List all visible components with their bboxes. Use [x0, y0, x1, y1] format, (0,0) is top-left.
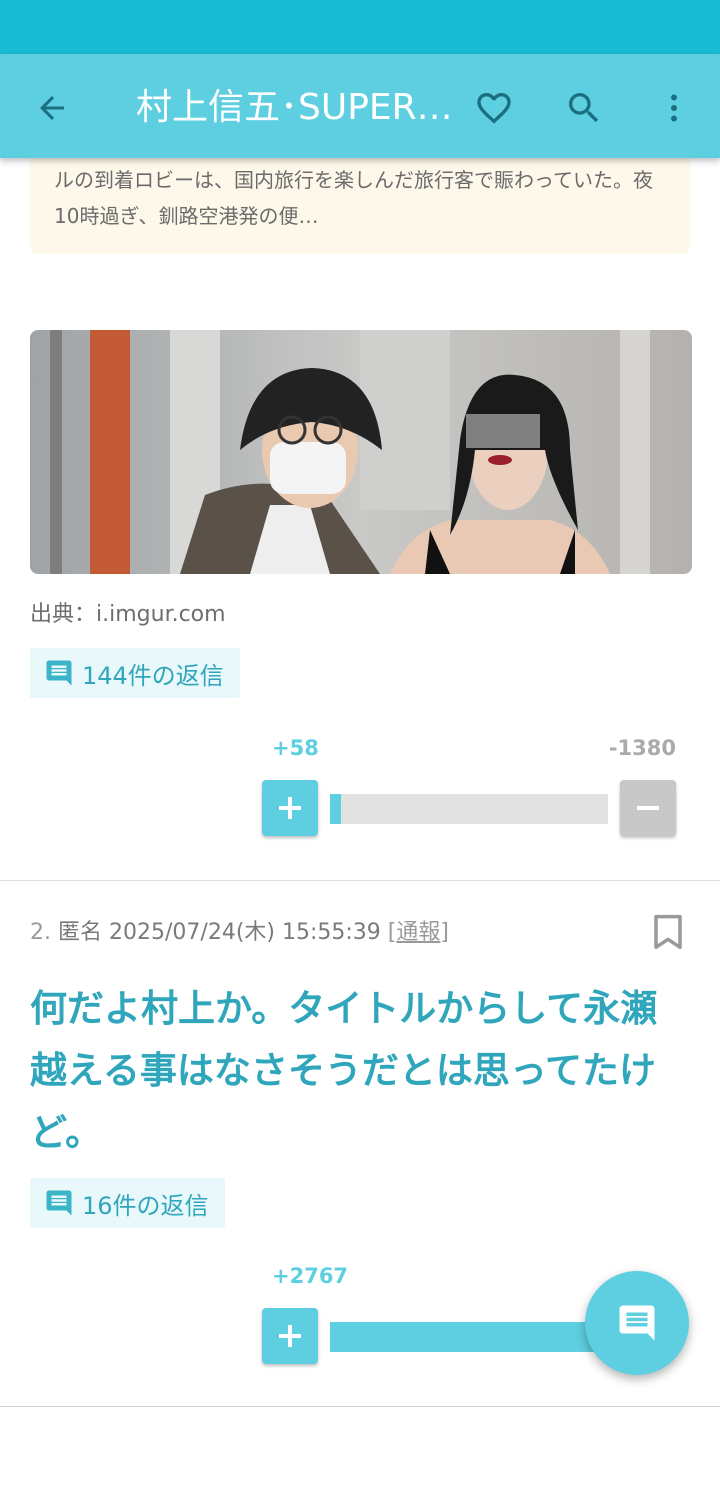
comment-icon — [46, 660, 72, 686]
arrow-back-icon — [40, 96, 64, 120]
status-bar — [0, 0, 720, 54]
page-title: 村上信五･SUPER EIGHT — [136, 87, 456, 128]
minus-vote-count: -1380 — [608, 736, 676, 760]
comment-fab[interactable] — [585, 1271, 689, 1375]
post-image[interactable] — [30, 330, 692, 574]
vote-ratio-fill — [330, 794, 342, 824]
post-datetime: 2025/07/24(木) 15:55:39 — [109, 920, 381, 945]
report-link[interactable]: 通報 — [396, 920, 440, 945]
more-options-button[interactable] — [646, 80, 702, 136]
post-meta: 2. 匿名 2025/07/24(木) 15:55:39 [通報] — [30, 914, 449, 946]
minus-icon — [637, 806, 659, 810]
article-summary-text: ルの到着ロビーは、国内旅行を楽しんだ旅行客で賑わっていた。夜10時過ぎ、釧路空港… — [54, 168, 653, 228]
post-number: 2. — [30, 920, 51, 945]
more-vert-icon — [671, 94, 677, 122]
comment-icon — [619, 1305, 655, 1341]
plus-vote-button[interactable] — [262, 780, 318, 836]
divider — [0, 1406, 720, 1407]
search-icon — [569, 93, 599, 123]
vote-widget: +58 -1380 — [262, 736, 676, 836]
plus-vote-button[interactable] — [262, 1308, 318, 1364]
back-button[interactable] — [24, 80, 80, 136]
plus-icon — [279, 797, 301, 819]
vote-ratio-fill — [330, 1322, 608, 1352]
bookmark-outline-icon — [654, 914, 682, 950]
image-source: 出典：i.imgur.com — [30, 596, 226, 628]
plus-vote-count: +58 — [272, 736, 319, 760]
replies-button[interactable]: 144件の返信 — [30, 648, 240, 698]
source-value[interactable]: i.imgur.com — [96, 602, 226, 627]
vote-ratio-bar — [330, 794, 608, 824]
plus-vote-count: +2767 — [272, 1264, 349, 1288]
comment-icon — [46, 1190, 72, 1216]
post-body: 何だよ村上か。タイトルからして永瀬越える事はなさそうだとは思ってたけど。 — [30, 987, 658, 1154]
favorite-button[interactable] — [466, 80, 522, 136]
report-bracket-close: ] — [440, 920, 449, 945]
divider — [0, 880, 720, 881]
vote-ratio-bar — [330, 1322, 608, 1352]
replies-label: 144件の返信 — [82, 661, 224, 690]
minus-vote-button[interactable] — [620, 780, 676, 836]
replies-label: 16件の返信 — [82, 1191, 209, 1220]
replies-button[interactable]: 16件の返信 — [30, 1178, 225, 1228]
post-author: 匿名 — [58, 920, 103, 945]
photo-illustration — [30, 330, 692, 574]
bookmark-button[interactable] — [652, 914, 684, 950]
app-bar: 村上信五･SUPER EIGHT — [0, 54, 720, 158]
plus-icon — [279, 1325, 301, 1347]
source-label: 出典： — [30, 602, 97, 627]
search-button[interactable] — [556, 80, 612, 136]
heart-outline-icon — [477, 93, 511, 124]
